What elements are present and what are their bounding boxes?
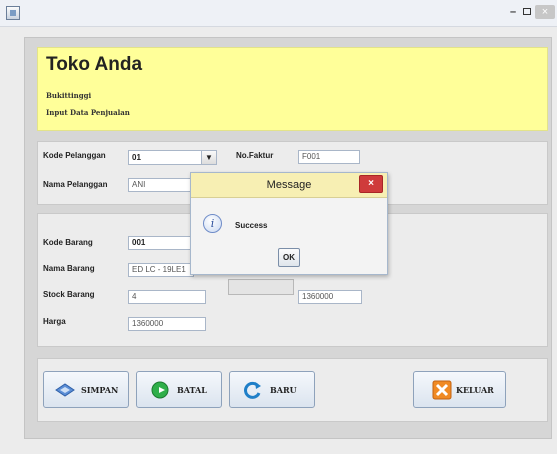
close-button[interactable]: × xyxy=(535,5,555,19)
total-field[interactable]: 1360000 xyxy=(298,290,362,304)
dialog-close-button[interactable]: × xyxy=(359,175,383,193)
baru-button[interactable]: BARU xyxy=(229,371,315,408)
hidden-button[interactable] xyxy=(228,279,294,295)
nama-pelanggan-field[interactable]: ANI xyxy=(128,178,194,192)
nofaktur-field[interactable]: F001 xyxy=(298,150,360,164)
main-window: – × Toko Anda Bukittinggi Input Data Pen… xyxy=(0,0,557,454)
dropdown-arrow-icon[interactable]: ▼ xyxy=(201,151,216,164)
batal-label: BATAL xyxy=(177,385,207,395)
store-city: Bukittinggi xyxy=(46,91,92,100)
kode-pelanggan-label: Kode Pelanggan xyxy=(43,151,106,160)
nama-barang-label: Nama Barang xyxy=(43,264,95,273)
kode-pelanggan-value: 01 xyxy=(132,153,141,162)
harga-label: Harga xyxy=(43,317,66,326)
keluar-label: KELUAR xyxy=(456,385,494,395)
maximize-button[interactable] xyxy=(519,5,535,19)
title-bar: – × xyxy=(0,0,557,27)
app-icon xyxy=(6,6,20,20)
message-dialog: Message × i Success OK xyxy=(190,172,388,275)
store-title: Toko Anda xyxy=(46,54,143,75)
cancel-icon xyxy=(151,381,169,399)
stock-barang-field[interactable]: 4 xyxy=(128,290,206,304)
exit-icon xyxy=(432,380,452,400)
simpan-label: SIMPAN xyxy=(81,385,119,395)
keluar-button[interactable]: KELUAR xyxy=(413,371,506,408)
simpan-button[interactable]: SIMPAN xyxy=(43,371,129,408)
nama-pelanggan-label: Nama Pelanggan xyxy=(43,180,108,189)
harga-field[interactable]: 1360000 xyxy=(128,317,206,331)
form-caption: Input Data Penjualan xyxy=(46,108,130,117)
baru-label: BARU xyxy=(270,385,297,395)
dialog-title: Message xyxy=(266,179,312,191)
stock-barang-label: Stock Barang xyxy=(43,290,95,299)
refresh-icon xyxy=(244,381,261,399)
save-icon xyxy=(55,383,75,397)
nama-barang-field[interactable]: ED LC - 19LE1 xyxy=(128,263,194,277)
kode-barang-field[interactable]: 001 xyxy=(128,236,194,250)
batal-button[interactable]: BATAL xyxy=(136,371,222,408)
dialog-message: Success xyxy=(235,221,268,230)
nofaktur-label: No.Faktur xyxy=(236,151,274,160)
info-icon: i xyxy=(203,214,222,233)
kode-pelanggan-combo[interactable]: 01 ▼ xyxy=(128,150,217,165)
kode-barang-label: Kode Barang xyxy=(43,238,93,247)
dialog-title-bar: Message × xyxy=(191,173,387,198)
ok-button[interactable]: OK xyxy=(278,248,300,267)
header-banner: Toko Anda Bukittinggi Input Data Penjual… xyxy=(37,47,548,131)
